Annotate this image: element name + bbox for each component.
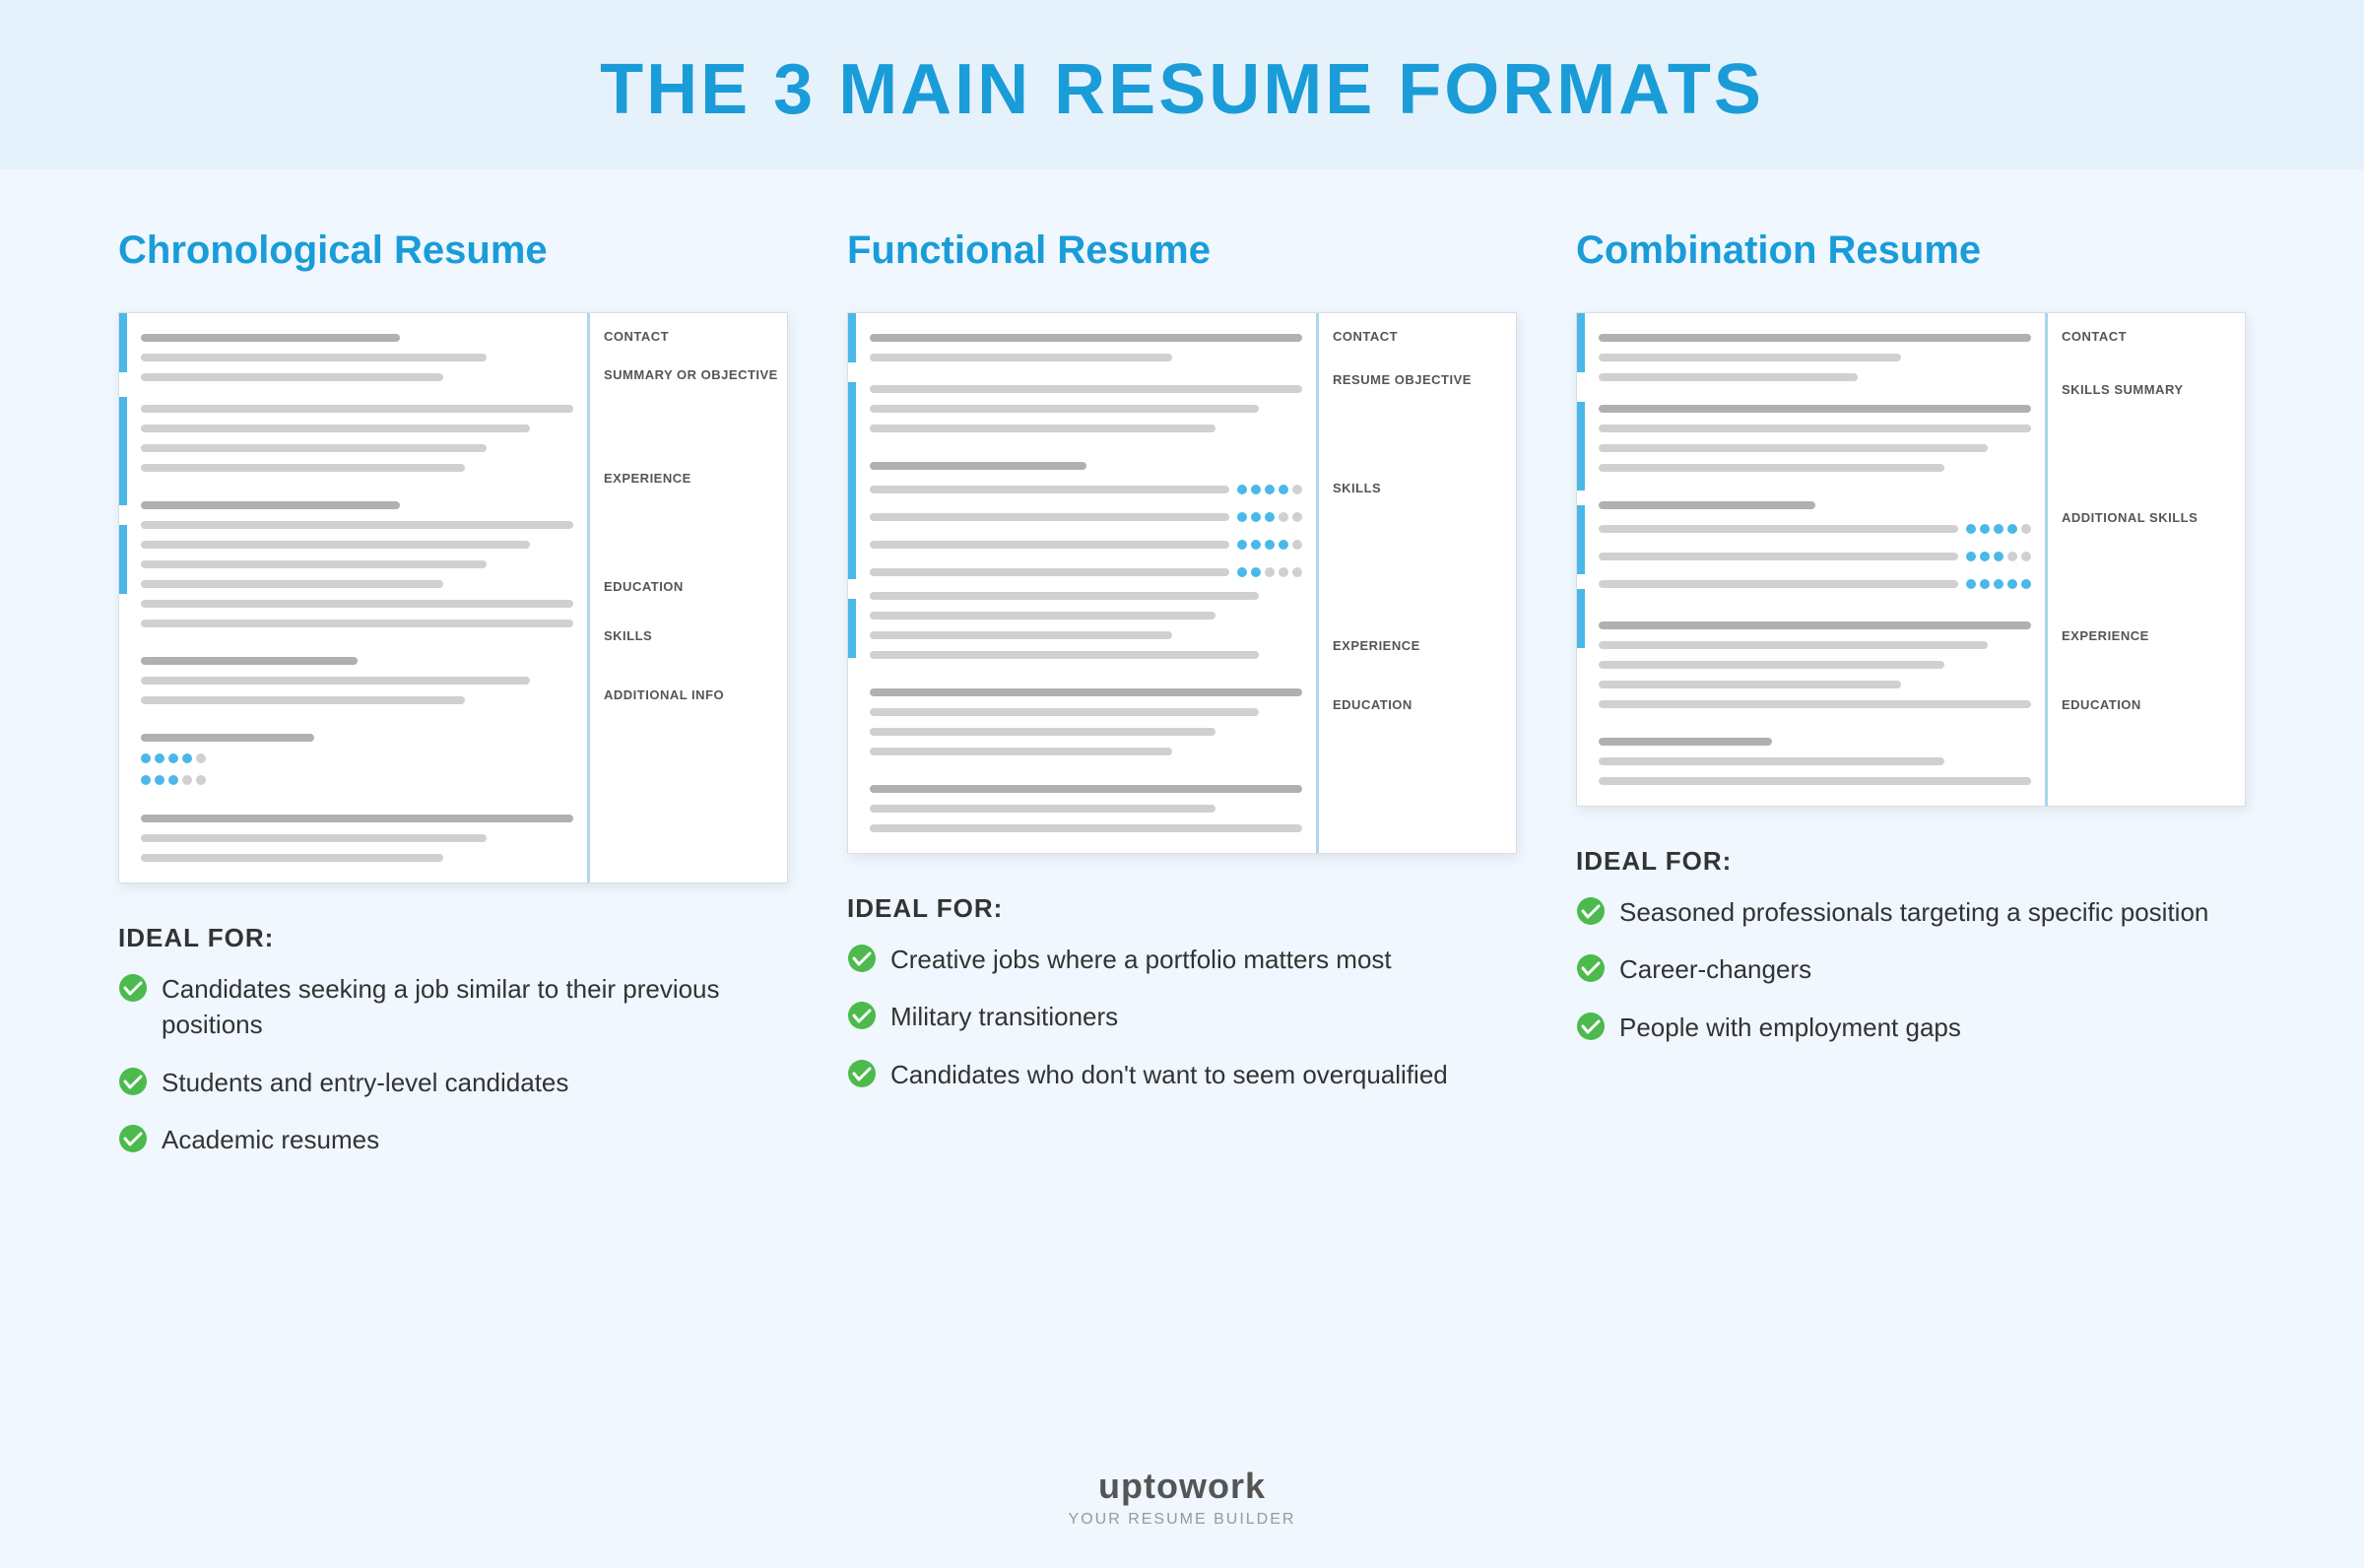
functional-item-text-0: Creative jobs where a portfolio matters … (890, 942, 1392, 977)
combination-resume-preview: CONTACT SKILLS SUMMARY ADDITIONAL SKILLS… (1576, 312, 2246, 807)
combination-labels: CONTACT SKILLS SUMMARY ADDITIONAL SKILLS… (2048, 313, 2245, 806)
chronological-column: Chronological Resume (118, 229, 788, 1180)
functional-title: Functional Resume (847, 229, 1517, 273)
header-band: THE 3 MAIN RESUME FORMATS (0, 0, 2364, 169)
check-icon-f1 (847, 1001, 877, 1030)
chronological-labels: CONTACT SUMMARY OR OBJECTIVE EXPERIENCE … (590, 313, 787, 882)
chronological-item-text-1: Students and entry-level candidates (162, 1065, 568, 1100)
chronological-resume-preview: CONTACT SUMMARY OR OBJECTIVE EXPERIENCE … (118, 312, 788, 883)
check-icon-0 (118, 973, 148, 1003)
check-icon-c2 (1576, 1012, 1606, 1041)
combination-item-1: Career-changers (1576, 951, 2246, 987)
combination-item-text-2: People with employment gaps (1619, 1010, 1961, 1045)
chronological-ideal: IDEAL FOR: Candidates seeking a job simi… (118, 923, 788, 1180)
label-contact2: CONTACT (1333, 329, 1398, 344)
functional-ideal-label: IDEAL FOR: (847, 893, 1517, 924)
combination-ideal: IDEAL FOR: Seasoned professionals target… (1576, 846, 2246, 1067)
label-experience2: EXPERIENCE (1333, 638, 1420, 653)
combination-item-0: Seasoned professionals targeting a speci… (1576, 894, 2246, 930)
check-icon-c0 (1576, 896, 1606, 926)
check-icon-f0 (847, 944, 877, 973)
label-skills2: SKILLS (1333, 481, 1381, 495)
combination-ideal-label: IDEAL FOR: (1576, 846, 2246, 877)
chronological-title: Chronological Resume (118, 229, 788, 273)
label-addskills: ADDITIONAL SKILLS (2062, 510, 2198, 525)
label-education: EDUCATION (604, 579, 684, 594)
chronological-item-1: Students and entry-level candidates (118, 1065, 788, 1100)
functional-column: Functional Resume (847, 229, 1517, 1114)
label-experience3: EXPERIENCE (2062, 628, 2149, 643)
label-addinfo: ADDITIONAL INFO (604, 687, 724, 702)
functional-item-0: Creative jobs where a portfolio matters … (847, 942, 1517, 977)
functional-labels: CONTACT RESUME OBJECTIVE SKILLS EXPERIEN… (1319, 313, 1516, 853)
functional-item-2: Candidates who don't want to seem overqu… (847, 1057, 1517, 1092)
check-icon-f2 (847, 1059, 877, 1088)
combination-page-lines (1585, 313, 2048, 806)
chronological-item-2: Academic resumes (118, 1122, 788, 1157)
check-icon-c1 (1576, 953, 1606, 983)
chronological-item-0: Candidates seeking a job similar to thei… (118, 971, 788, 1043)
chronological-page-lines (127, 313, 590, 882)
footer: uptowork YOUR RESUME BUILDER (0, 1436, 2364, 1568)
label-summary: SUMMARY OR OBJECTIVE (604, 367, 778, 382)
combination-item-2: People with employment gaps (1576, 1010, 2246, 1045)
functional-resume-preview: CONTACT RESUME OBJECTIVE SKILLS EXPERIEN… (847, 312, 1517, 854)
label-contact: CONTACT (604, 329, 669, 344)
chronological-item-text-2: Academic resumes (162, 1122, 379, 1157)
chronological-item-text-0: Candidates seeking a job similar to thei… (162, 971, 788, 1043)
footer-logo: uptowork (0, 1466, 2364, 1507)
label-skills: SKILLS (604, 628, 652, 643)
label-skillssum: SKILLS SUMMARY (2062, 382, 2184, 397)
functional-item-text-2: Candidates who don't want to seem overqu… (890, 1057, 1448, 1092)
combination-column: Combination Resume (1576, 229, 2246, 1067)
label-experience: EXPERIENCE (604, 471, 691, 486)
label-education2: EDUCATION (1333, 697, 1412, 712)
label-education3: EDUCATION (2062, 697, 2141, 712)
functional-item-text-1: Military transitioners (890, 999, 1118, 1034)
footer-tagline: YOUR RESUME BUILDER (0, 1511, 2364, 1529)
combination-item-text-1: Career-changers (1619, 951, 1811, 987)
check-icon-1 (118, 1067, 148, 1096)
functional-page-lines (856, 313, 1319, 853)
page-title: THE 3 MAIN RESUME FORMATS (0, 49, 2364, 130)
content-area: Chronological Resume (0, 169, 2364, 1239)
label-contact3: CONTACT (2062, 329, 2127, 344)
label-objective: RESUME OBJECTIVE (1333, 372, 1472, 387)
combination-title: Combination Resume (1576, 229, 2246, 273)
combination-item-text-0: Seasoned professionals targeting a speci… (1619, 894, 2208, 930)
functional-ideal: IDEAL FOR: Creative jobs where a portfol… (847, 893, 1517, 1114)
functional-item-1: Military transitioners (847, 999, 1517, 1034)
chronological-ideal-label: IDEAL FOR: (118, 923, 788, 953)
check-icon-2 (118, 1124, 148, 1153)
